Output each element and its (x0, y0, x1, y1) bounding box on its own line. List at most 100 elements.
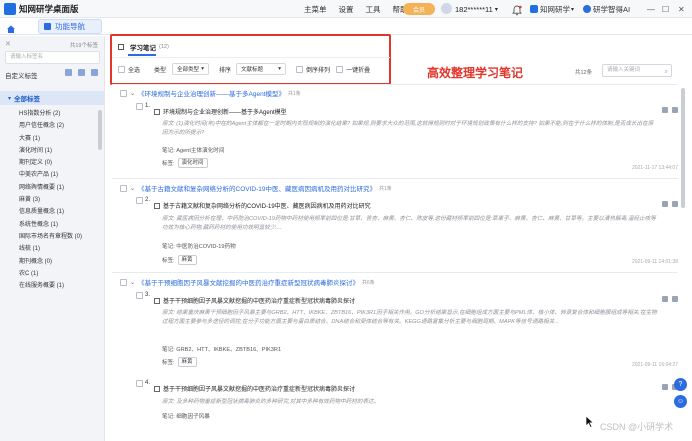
home-icon[interactable] (6, 21, 16, 33)
card-checkbox[interactable] (136, 103, 143, 110)
card-note: 笔记: 中医防治COVID-19药物 (162, 244, 236, 250)
user-service-icon[interactable]: ☺ (674, 395, 687, 408)
user-phone[interactable]: 182******11 ▾ (455, 0, 498, 18)
sidebar-item[interactable]: 中美农产品 (1) (0, 169, 104, 181)
sidebar-item[interactable]: 信息质量概念 (1) (0, 206, 104, 218)
card-excerpt: 原文: (1)演化时间(年)中在的Agent主体都在一定时期内实现规制的演化结果… (162, 121, 654, 136)
group-header[interactable]: ⌄ 《基于古籍文献和复杂网络分析的COVID-19中医、藏医病因病机及用药对比研… (120, 183, 392, 193)
card-timestamp: 2021-09-11 14:01:38 (631, 259, 678, 265)
chevron-down-icon[interactable]: ⌄ (130, 90, 135, 97)
sidebar-item[interactable]: 线梳 (1) (0, 243, 104, 255)
group-title-link[interactable]: 《环境规制与企业治理创新——基于多Agent模型》 (138, 88, 285, 98)
sidebar-item[interactable]: 演化时间 (1) (0, 145, 104, 157)
tag-list: HS指数分析 (2) 用户信任概念 (2) 大赛 (1) 演化时间 (1) 期刊… (0, 108, 104, 292)
group-header[interactable]: ⌄ 《基于干预细胞因子风暴文献挖掘的中医药治疗重症新型冠状病毒肺炎探讨》 共6条 (120, 277, 375, 287)
sidebar-item[interactable]: 国际市场名有章程数 (0) (0, 231, 104, 243)
sidebar-item[interactable]: 期刊概念 (0) (0, 256, 104, 268)
document-icon (154, 297, 160, 304)
menu-tools[interactable]: 工具 (366, 4, 381, 15)
grid-icon (44, 23, 51, 30)
sidebar-item[interactable]: 系统性概念 (1) (0, 219, 104, 231)
grid-icon[interactable] (65, 69, 72, 76)
app-title: 知网研学桌面版 (19, 3, 79, 14)
tag-count: 共19个标签 (69, 43, 98, 49)
avatar[interactable] (441, 3, 452, 14)
page-title-text: 学习笔记 (130, 45, 156, 52)
group-header[interactable]: ⌄ 《环境规制与企业治理创新——基于多Agent模型》 共1条 (120, 88, 301, 98)
edit-icon[interactable] (662, 107, 668, 113)
card-number: 3. (145, 292, 151, 298)
type-select-value: 全部类型 (177, 67, 200, 73)
card-title[interactable]: 基于干预细胞因子风暴文献挖掘的中医药治疗重症新型冠状病毒肺炎探讨 (154, 384, 355, 393)
main-scrollbar[interactable] (681, 88, 685, 208)
document-icon (154, 202, 160, 209)
sidebar-item-all-tags[interactable]: ▾ 全部标签 (0, 91, 104, 105)
watermark: CSDN @小研学术 (600, 422, 674, 432)
group-checkbox[interactable] (120, 89, 127, 97)
tag-search-input[interactable]: 请输入标签名 (5, 51, 100, 64)
close-icon[interactable]: ✕ (678, 0, 685, 18)
group-title-link[interactable]: 《基于干预细胞因子风暴文献挖掘的中医药治疗重症新型冠状病毒肺炎探讨》 (138, 277, 359, 287)
sidebar-item[interactable]: 在线服务概要 (1) (0, 280, 104, 292)
type-select[interactable]: 全部类型 ▾ (172, 63, 210, 75)
tab-underline (128, 54, 156, 56)
card-tags: 标签: 麻黄 (162, 357, 197, 367)
sidebar-item[interactable]: 麻黄 (3) (0, 194, 104, 206)
close-icon[interactable]: ✕ (5, 40, 11, 48)
vip-badge[interactable]: 会员 (403, 3, 435, 15)
sidebar-scrollbar[interactable] (98, 110, 102, 150)
help-icon[interactable]: ? (674, 378, 687, 391)
list-icon[interactable] (78, 69, 85, 76)
type-label: 类型 (154, 67, 167, 74)
edit-icon[interactable] (662, 296, 668, 302)
menu-main[interactable]: 主菜单 (304, 4, 327, 15)
card-checkbox[interactable] (136, 197, 143, 204)
sidebar-item[interactable]: 农C (1) (0, 268, 104, 280)
group-checkbox[interactable] (120, 184, 127, 192)
card-note: 笔记: Agent主体演化时间 (162, 148, 225, 154)
group-checkbox[interactable] (120, 278, 127, 286)
note-search-input[interactable]: 请输入关键词 ⌕ (602, 64, 672, 77)
sidebar-item[interactable]: 网络舆情概要 (1) (0, 182, 104, 194)
cnki-yanxue-link[interactable]: 知网研学 ▾ (530, 0, 574, 18)
delete-icon[interactable] (672, 201, 678, 207)
edit-icon[interactable] (662, 201, 668, 207)
edit-icon[interactable] (91, 69, 98, 76)
chevron-down-icon: ▾ (494, 6, 498, 13)
delete-icon[interactable] (672, 107, 678, 113)
card-title[interactable]: 基于干预细胞因子风暴文献挖掘的中医药治疗重症新型冠状病毒肺炎探讨 (154, 296, 355, 305)
card-timestamp: 2021-09-11 16:04:27 (631, 362, 678, 368)
reverse-order-checkbox[interactable] (296, 65, 304, 73)
ai-link[interactable]: 研学智得AI (583, 0, 630, 18)
tag-chip[interactable]: 演化时间 (177, 158, 208, 168)
card-checkbox[interactable] (136, 292, 143, 299)
chevron-down-icon[interactable]: ⌄ (130, 185, 135, 192)
chevron-down-icon[interactable]: ⌄ (130, 279, 135, 286)
group-title-link[interactable]: 《基于古籍文献和复杂网络分析的COVID-19中医、藏医病因病机及用药对比研究》 (138, 183, 376, 193)
card-checkbox[interactable] (136, 380, 143, 387)
collapse-all-checkbox[interactable] (336, 65, 344, 73)
delete-icon[interactable] (672, 296, 678, 302)
minimize-icon[interactable]: — (647, 0, 655, 18)
select-all-checkbox[interactable] (118, 65, 125, 73)
tab-function-nav[interactable]: 功能导航 (38, 19, 102, 34)
page-title[interactable]: 学习笔记 (12) (118, 42, 169, 52)
sidebar-item[interactable]: 大赛 (1) (0, 133, 104, 145)
card-title[interactable]: 环境规制与企业治理创新——基于多Agent模型 (154, 107, 287, 116)
document-icon (154, 385, 160, 392)
sidebar-item[interactable]: HS指数分析 (2) (0, 108, 104, 120)
maximize-icon[interactable]: ☐ (662, 0, 669, 18)
sort-select[interactable]: 文献标题 ▾ (236, 63, 287, 75)
sidebar: ✕ 共19个标签 请输入标签名 自定义标签 ▾ 全部标签 HS指数分析 (2) … (0, 36, 105, 441)
sidebar-item[interactable]: 用户信任概念 (2) (0, 120, 104, 132)
tag-chip[interactable]: 麻黄 (177, 357, 197, 367)
menu-settings[interactable]: 设置 (339, 4, 354, 15)
document-icon (154, 108, 160, 115)
card-title[interactable]: 基于古籍文献和复杂网络分析的COVID-19中医、藏医病因病机及用药对比研究 (154, 201, 371, 210)
sort-select-value: 文献标题 (241, 67, 264, 73)
edit-icon[interactable] (662, 384, 668, 390)
tag-chip[interactable]: 麻黄 (177, 255, 197, 265)
card-title-text: 基于干预细胞因子风暴文献挖掘的中医药治疗重症新型冠状病毒肺炎探讨 (163, 299, 356, 305)
sidebar-item[interactable]: 期刊定义 (0) (0, 157, 104, 169)
search-icon[interactable]: ⌕ (665, 67, 668, 78)
